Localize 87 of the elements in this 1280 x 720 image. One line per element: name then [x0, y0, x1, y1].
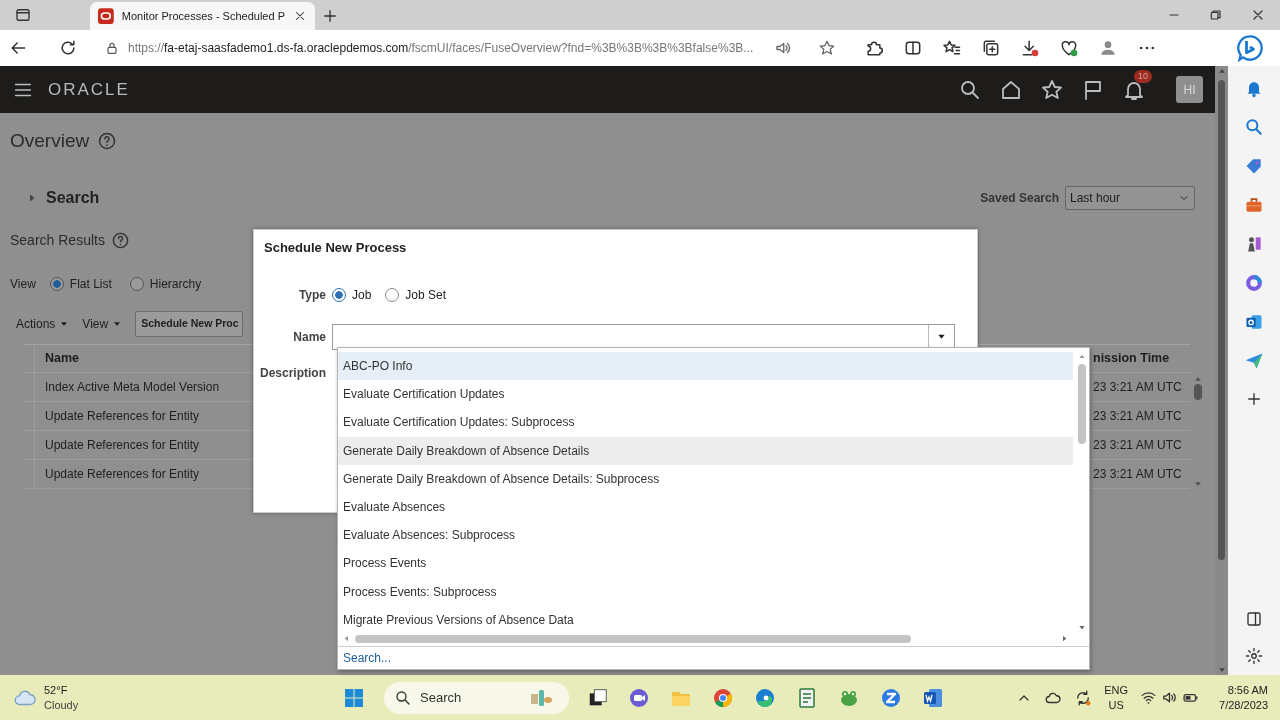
dropdown-option[interactable]: Evaluate Certification Updates — [338, 380, 1073, 409]
collections-icon[interactable] — [981, 38, 1001, 58]
table-cell-text: Update References for Entity — [45, 465, 200, 483]
search-icon — [394, 688, 412, 707]
add-icon[interactable] — [1245, 390, 1263, 408]
favorites-star-icon[interactable] — [1040, 77, 1064, 102]
restore-icon[interactable] — [1208, 7, 1224, 23]
field-label: Description — [259, 364, 327, 382]
temperature: 52°F — [44, 683, 69, 698]
view-radio[interactable]: Flat List — [49, 274, 112, 293]
column-header: Name — [45, 349, 80, 367]
wifi-icon[interactable] — [1140, 689, 1158, 706]
briefcase-icon[interactable] — [1244, 195, 1264, 215]
extensions-icon[interactable] — [864, 38, 884, 58]
type-radio[interactable]: Job Set — [385, 285, 447, 304]
ring-icon[interactable] — [1244, 273, 1264, 293]
toolbar-menu[interactable]: Actions — [16, 314, 70, 333]
split-screen-icon[interactable] — [903, 38, 923, 58]
saved-search-label: Saved Search — [980, 189, 1059, 207]
table-cell-text: Index Active Meta Model Version — [45, 378, 220, 396]
dropdown-option[interactable]: Migrate Previous Versions of Absence Data — [338, 605, 1073, 634]
toolbar-button[interactable]: Schedule New Proc — [135, 310, 243, 337]
dropdown-option[interactable]: Evaluate Certification Updates: Subprocess — [338, 408, 1073, 437]
favicon — [98, 8, 114, 24]
dropdown-option[interactable]: Generate Daily Breakdown of Absence Details: Subprocess — [338, 464, 1073, 493]
dropdown-option[interactable]: Evaluate Absences: Subprocess — [338, 521, 1073, 550]
chat-bubble-icon[interactable] — [1236, 34, 1264, 62]
scroll-thumb[interactable] — [355, 634, 911, 643]
favorite-star-icon[interactable] — [818, 39, 836, 57]
scroll-right-icon[interactable] — [1060, 634, 1069, 644]
search-link[interactable]: Search... — [343, 648, 392, 667]
scroll-thumb[interactable] — [1193, 383, 1202, 400]
dropdown-option[interactable]: Process Events: Subprocess — [338, 577, 1073, 606]
help-icon[interactable] — [97, 131, 118, 152]
tag-icon[interactable] — [1244, 156, 1264, 176]
clock-date[interactable]: 7/28/2023 — [1219, 697, 1268, 713]
tab-actions-icon[interactable] — [13, 6, 32, 24]
dropdown-option[interactable]: ABC-PO Info — [338, 352, 1073, 381]
dropdown-option[interactable]: Generate Daily Breakdown of Absence Details — [338, 436, 1073, 465]
search-icon[interactable] — [1244, 117, 1264, 137]
help-icon[interactable] — [110, 230, 130, 250]
table-cell-text: 23 3:21 AM UTC — [1093, 465, 1182, 483]
table-cell-text: Update References for Entity — [45, 436, 200, 454]
saved-search-select[interactable]: Last hour — [1065, 185, 1195, 210]
oracle-logo: ORACLE — [48, 78, 130, 101]
lock-icon — [104, 40, 120, 56]
toolbar-menu[interactable]: View — [82, 314, 123, 333]
new-tab-icon[interactable] — [321, 7, 339, 25]
notification-count: 10 — [1134, 69, 1152, 83]
view-label: View — [10, 275, 36, 293]
weather-condition: Cloudy — [44, 697, 79, 712]
scroll-up-icon[interactable] — [1077, 352, 1087, 361]
table-cell-text: 23 3:21 AM UTC — [1093, 407, 1182, 425]
search-heading[interactable]: Search — [46, 185, 100, 210]
scroll-left-icon[interactable] — [342, 634, 351, 644]
reload-icon[interactable] — [58, 38, 78, 58]
taskbar-search[interactable]: Search — [384, 681, 569, 714]
close-tab-icon[interactable] — [293, 9, 307, 23]
language[interactable]: ENG — [1104, 682, 1129, 698]
sync-icon[interactable] — [1074, 688, 1093, 707]
settings-icon[interactable] — [1245, 647, 1263, 665]
view-radio[interactable]: Hierarchy — [129, 274, 202, 293]
mail-icon[interactable] — [1244, 312, 1264, 332]
type-radio[interactable]: Job — [332, 285, 372, 304]
scroll-thumb[interactable] — [1078, 364, 1086, 444]
dropdown-option[interactable]: Evaluate Absences — [338, 492, 1073, 522]
table-cell-text: 23 3:21 AM UTC — [1093, 436, 1182, 454]
dialog-title: Schedule New Process — [263, 239, 408, 257]
favorites-icon[interactable] — [942, 38, 962, 58]
scroll-down-icon[interactable] — [1077, 623, 1087, 632]
browser-health-icon[interactable] — [1059, 38, 1079, 58]
profile-icon[interactable] — [1098, 38, 1118, 58]
scroll-thumb[interactable] — [1218, 80, 1225, 560]
browser-tab[interactable]: Monitor Processes - Scheduled P — [90, 2, 315, 30]
page-title: Overview — [10, 129, 90, 153]
column-header: nission Time — [1093, 349, 1170, 367]
sidebar-toggle-icon[interactable] — [1245, 610, 1263, 628]
field-label: Name — [292, 328, 327, 346]
region[interactable]: US — [1104, 697, 1129, 713]
section-title: Search Results — [10, 230, 105, 250]
dropdown-option[interactable]: Process Events — [338, 549, 1073, 578]
field-label: Type — [297, 286, 327, 304]
clock-time[interactable]: 8:56 AM — [1219, 682, 1268, 698]
downloads-icon[interactable] — [1020, 38, 1040, 58]
table-cell-text: 23 3:21 AM UTC — [1093, 378, 1182, 396]
send-icon[interactable] — [1244, 351, 1264, 371]
table-cell-text: Update References for Entity — [45, 407, 200, 425]
